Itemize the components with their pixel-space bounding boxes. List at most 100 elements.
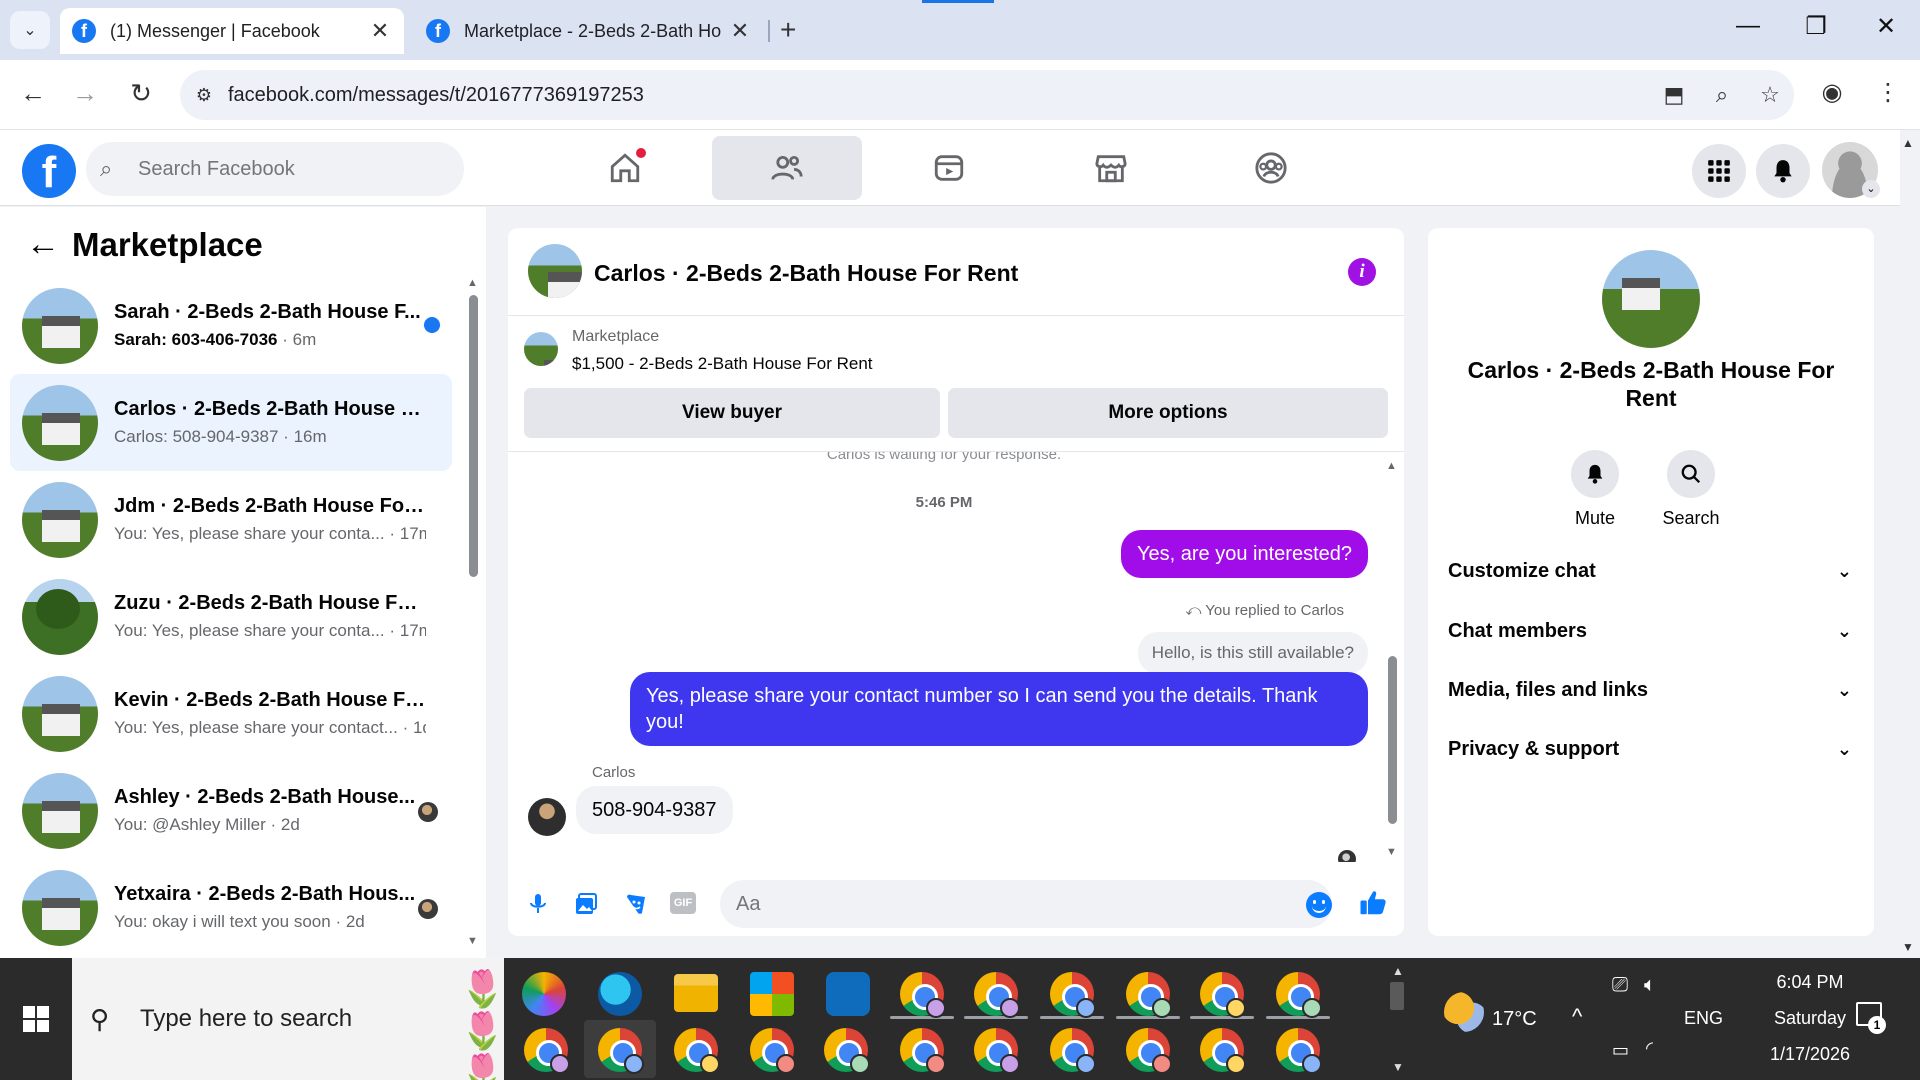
section-chat-members[interactable]: Chat members ⌄ bbox=[1448, 606, 1852, 656]
profile-icon[interactable]: ◉ bbox=[1814, 78, 1850, 107]
search-icon[interactable] bbox=[1667, 450, 1715, 498]
facebook-search-input[interactable] bbox=[138, 157, 438, 181]
chevron-up-icon[interactable]: ▲ bbox=[1392, 964, 1404, 978]
forward-button[interactable]: → bbox=[68, 78, 102, 109]
weather-icon[interactable] bbox=[1444, 992, 1484, 1032]
outgoing-message[interactable]: Yes, please share your contact number so… bbox=[630, 672, 1368, 746]
chrome-profile-icon[interactable] bbox=[1050, 972, 1096, 1018]
wifi-icon[interactable]: ◜ bbox=[1646, 1038, 1653, 1059]
url-text[interactable]: facebook.com/messages/t/2016777369197253 bbox=[228, 84, 1650, 107]
photo-icon[interactable] bbox=[570, 888, 602, 920]
chrome-profile-icon[interactable] bbox=[1200, 1028, 1246, 1074]
quoted-message[interactable]: Hello, is this still available? bbox=[1137, 632, 1368, 674]
file-explorer-icon[interactable] bbox=[674, 974, 718, 1012]
scroll-up-arrow[interactable]: ▲ bbox=[1386, 460, 1397, 472]
speaker-icon[interactable]: 🔈︎ bbox=[1644, 974, 1656, 997]
back-button[interactable]: ← bbox=[16, 78, 50, 109]
edge-icon[interactable] bbox=[598, 972, 642, 1016]
conversation-jdm[interactable]: Jdm · 2-Beds 2-Bath House For ... You: Y… bbox=[10, 471, 452, 568]
minimize-button[interactable]: — bbox=[1728, 12, 1768, 40]
site-info-icon[interactable]: ⚙ bbox=[180, 85, 228, 106]
conversation-yetxaira[interactable]: Yetxaira · 2-Beds 2-Bath Hous... You: ok… bbox=[10, 859, 452, 956]
emoji-icon[interactable] bbox=[1306, 892, 1332, 918]
conversation-sarah[interactable]: Sarah · 2-Beds 2-Bath House F... Sarah: … bbox=[10, 277, 452, 374]
scrollbar-thumb[interactable] bbox=[469, 295, 478, 577]
temperature[interactable]: 17°C bbox=[1492, 1008, 1537, 1031]
address-bar[interactable]: ⚙ facebook.com/messages/t/20167773691972… bbox=[180, 70, 1794, 120]
show-hidden-icons-chevron-icon[interactable]: ^ bbox=[1572, 1004, 1582, 1030]
facebook-logo[interactable]: f bbox=[22, 144, 76, 198]
chrome-profile-icon[interactable] bbox=[974, 1028, 1020, 1074]
chat-title[interactable]: Carlos · 2-Beds 2-Bath House For Rent bbox=[594, 260, 1018, 287]
chrome-profile-icon[interactable] bbox=[1276, 1028, 1322, 1074]
scroll-thumb[interactable] bbox=[1390, 982, 1404, 1010]
battery-icon[interactable]: ▭ bbox=[1612, 1040, 1629, 1061]
reload-button[interactable]: ↻ bbox=[124, 78, 158, 109]
section-customize-chat[interactable]: Customize chat ⌄ bbox=[1448, 546, 1852, 596]
chrome-profile-icon[interactable] bbox=[1050, 1028, 1096, 1074]
zoom-icon[interactable]: ⌕ bbox=[1698, 82, 1746, 108]
scroll-down-arrow[interactable]: ▼ bbox=[467, 935, 478, 947]
search-action[interactable]: Search bbox=[1646, 450, 1736, 529]
thumbs-up-icon[interactable] bbox=[1358, 888, 1390, 920]
notifications-button[interactable] bbox=[1756, 144, 1810, 198]
incoming-message[interactable]: 508-904-9387 bbox=[576, 786, 733, 834]
more-options-button[interactable]: More options bbox=[948, 388, 1388, 438]
clock-time[interactable]: 6:04 PM bbox=[1750, 972, 1870, 993]
install-app-icon[interactable]: ⬒ bbox=[1650, 82, 1698, 108]
chrome-profile-icon[interactable] bbox=[974, 972, 1020, 1018]
nav-groups[interactable] bbox=[1196, 136, 1346, 200]
chrome-menu-icon[interactable]: ⋮ bbox=[1870, 78, 1906, 107]
page-scroll-up-arrow[interactable]: ▲ bbox=[1902, 136, 1914, 150]
gif-icon[interactable]: GIF bbox=[670, 892, 696, 914]
back-arrow-icon[interactable]: ← bbox=[26, 225, 72, 264]
clock-day[interactable]: Saturday bbox=[1750, 1008, 1870, 1029]
clock-date[interactable]: 1/17/2026 bbox=[1740, 1044, 1880, 1065]
conversation-kevin[interactable]: Kevin · 2-Beds 2-Bath House Fo... You: Y… bbox=[10, 665, 452, 762]
tab-close-icon[interactable]: ✕ bbox=[728, 18, 752, 44]
chrome-profile-icon[interactable] bbox=[824, 1028, 870, 1074]
chrome-profile-icon[interactable] bbox=[1276, 972, 1322, 1018]
microphone-icon[interactable] bbox=[522, 888, 554, 920]
nav-home[interactable] bbox=[550, 136, 700, 200]
scroll-up-arrow[interactable]: ▲ bbox=[467, 277, 478, 289]
taskbar-overflow-scroll[interactable]: ▲ ▼ bbox=[1386, 958, 1410, 1080]
chrome-profile-icon[interactable] bbox=[1126, 1028, 1172, 1074]
tab-marketplace[interactable]: f Marketplace - 2-Beds 2-Bath Ho ✕ bbox=[414, 8, 764, 54]
menu-grid-button[interactable] bbox=[1692, 144, 1746, 198]
view-buyer-button[interactable]: View buyer bbox=[524, 388, 940, 438]
page-scroll-down-arrow[interactable]: ▼ bbox=[1902, 940, 1914, 954]
message-input[interactable] bbox=[720, 880, 1332, 928]
chrome-profile-icon[interactable] bbox=[524, 1028, 570, 1074]
tab-close-icon[interactable]: ✕ bbox=[368, 18, 392, 44]
chrome-profile-icon[interactable] bbox=[900, 1028, 946, 1074]
copilot-icon[interactable] bbox=[522, 972, 566, 1016]
scrollbar-thumb[interactable] bbox=[1388, 656, 1397, 824]
chrome-profile-icon[interactable] bbox=[1200, 972, 1246, 1018]
mute-action[interactable]: Mute bbox=[1550, 450, 1640, 529]
microsoft-store-icon[interactable] bbox=[750, 972, 794, 1016]
section-media-files-links[interactable]: Media, files and links ⌄ bbox=[1448, 665, 1852, 715]
nav-marketplace[interactable] bbox=[1036, 136, 1186, 200]
chat-scrollbar[interactable]: ▲ ▼ bbox=[1384, 460, 1400, 860]
scroll-down-arrow[interactable]: ▼ bbox=[1386, 846, 1397, 858]
sticker-icon[interactable] bbox=[620, 888, 652, 920]
outlook-icon[interactable] bbox=[826, 972, 870, 1016]
chrome-profile-icon[interactable] bbox=[900, 972, 946, 1018]
chrome-profile-icon[interactable] bbox=[1126, 972, 1172, 1018]
language-indicator[interactable]: ENG bbox=[1684, 1008, 1723, 1029]
sidebar-scrollbar[interactable]: ▲ ▼ bbox=[466, 277, 480, 947]
tab-search-button[interactable]: ⌄ bbox=[10, 11, 50, 49]
outgoing-message[interactable]: Yes, are you interested? bbox=[1121, 530, 1368, 578]
chrome-profile-icon[interactable] bbox=[674, 1028, 720, 1074]
listing-price[interactable]: $1,500 - 2-Beds 2-Bath House For Rent bbox=[572, 354, 873, 374]
taskbar-search-box[interactable]: ⚲ Type here to search 🌷🌷🌷 bbox=[72, 958, 505, 1080]
chat-listing-thumbnail[interactable] bbox=[528, 244, 582, 298]
new-tab-button[interactable]: + bbox=[780, 14, 796, 46]
tab-messenger[interactable]: f (1) Messenger | Facebook ✕ bbox=[60, 8, 404, 54]
nav-friends[interactable] bbox=[712, 136, 862, 200]
bookmark-star-icon[interactable]: ☆ bbox=[1746, 82, 1794, 108]
restore-button[interactable]: ❐ bbox=[1796, 12, 1836, 41]
conversation-carlos[interactable]: Carlos · 2-Beds 2-Bath House Fo... Carlo… bbox=[10, 374, 452, 471]
facebook-search-box[interactable]: ⌕ bbox=[86, 142, 464, 196]
